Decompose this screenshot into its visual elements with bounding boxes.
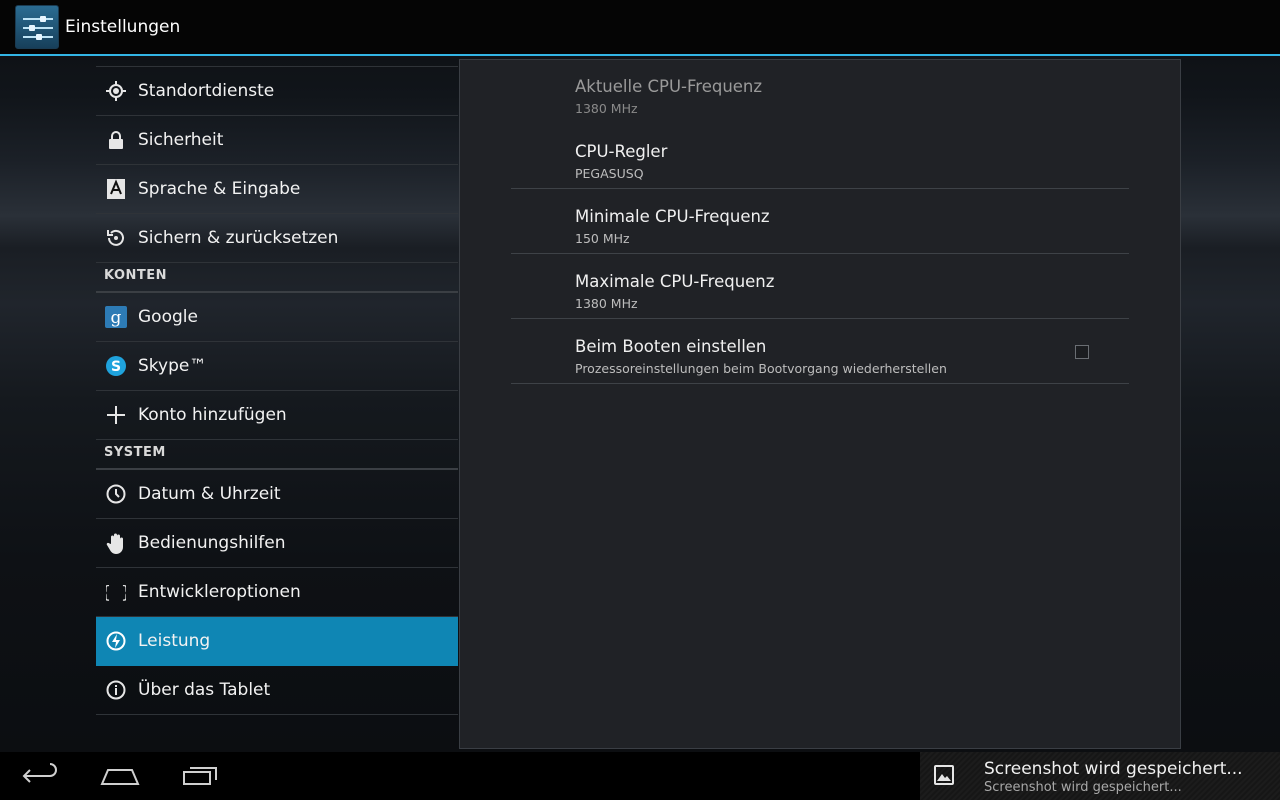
header-item-label: Standortdienste (138, 81, 275, 101)
header-item-sprache-eingabe[interactable]: Sprache & Eingabe (96, 165, 458, 214)
pref-cpu-governor[interactable]: CPU-Regler PEGASUSQ (511, 125, 1129, 189)
header-item-label: Skype™ (138, 356, 207, 376)
pref-min-cpu-frequency[interactable]: Minimale CPU-Frequenz 150 MHz (511, 190, 1129, 254)
notification-title: Screenshot wird gespeichert... (984, 759, 1243, 779)
notification-text: Screenshot wird gespeichert... (984, 780, 1182, 795)
image-icon (934, 765, 954, 785)
header-item-google[interactable]: g Google (96, 293, 458, 342)
recents-icon[interactable] (176, 762, 224, 790)
header-item-konto-hinzufuegen[interactable]: Konto hinzufügen (96, 391, 458, 440)
pref-summary: 150 MHz (575, 231, 630, 246)
svg-text:{ }: { } (106, 583, 126, 602)
pref-summary: PEGASUSQ (575, 166, 644, 181)
header-item-label: Datum & Uhrzeit (138, 484, 281, 504)
header-item-bedienungshilfen[interactable]: Bedienungshilfen (96, 519, 458, 568)
set-on-boot-checkbox[interactable] (1075, 345, 1089, 359)
section-header-konten: KONTEN (96, 263, 458, 293)
header-item-skype[interactable]: S Skype™ (96, 342, 458, 391)
action-bar: Einstellungen (0, 0, 1280, 56)
divider (511, 383, 1129, 384)
settings-sliders-icon[interactable] (15, 5, 59, 49)
settings-headers-list: Standortdienste Sicherheit Sprache & Ein… (96, 66, 458, 715)
section-header-system: SYSTEM (96, 440, 458, 470)
header-item-standortdienste[interactable]: Standortdienste (96, 66, 458, 116)
home-icon[interactable] (96, 762, 144, 790)
header-item-label: Leistung (138, 631, 211, 651)
hand-icon (105, 532, 127, 554)
header-item-ueber-das-tablet[interactable]: Über das Tablet (96, 666, 458, 715)
skype-icon: S (105, 355, 127, 377)
location-icon (105, 80, 127, 102)
google-icon: g (105, 306, 127, 328)
header-item-label: Entwickleroptionen (138, 582, 301, 602)
header-item-label: Sichern & zurücksetzen (138, 228, 339, 248)
pref-summary: Prozessoreinstellungen beim Bootvorgang … (575, 361, 947, 376)
header-item-sichern-zuruecksetzen[interactable]: Sichern & zurücksetzen (96, 214, 458, 263)
pref-title: CPU-Regler (575, 142, 668, 161)
divider (511, 188, 1129, 189)
header-item-label: Konto hinzufügen (138, 405, 287, 425)
header-item-leistung[interactable]: Leistung (96, 617, 458, 666)
header-item-label: Sprache & Eingabe (138, 179, 301, 199)
performance-settings-panel: Aktuelle CPU-Frequenz 1380 MHz CPU-Regle… (459, 59, 1181, 749)
header-item-sicherheit[interactable]: Sicherheit (96, 116, 458, 165)
performance-bolt-icon (105, 630, 127, 652)
svg-text:S: S (111, 359, 121, 375)
info-icon (105, 679, 127, 701)
app-title: Einstellungen (65, 17, 181, 37)
pref-title: Beim Booten einstellen (575, 337, 767, 356)
keyboard-a-icon (105, 178, 127, 200)
lock-icon (105, 129, 127, 151)
header-item-entwickleroptionen[interactable]: { } Entwickleroptionen (96, 568, 458, 617)
back-icon[interactable] (16, 762, 64, 790)
plus-icon (105, 404, 127, 426)
pref-title: Aktuelle CPU-Frequenz (575, 77, 763, 96)
pref-max-cpu-frequency[interactable]: Maximale CPU-Frequenz 1380 MHz (511, 255, 1129, 319)
header-item-datum-uhrzeit[interactable]: Datum & Uhrzeit (96, 470, 458, 519)
pref-title: Minimale CPU-Frequenz (575, 207, 770, 226)
pref-summary: 1380 MHz (575, 101, 638, 116)
pref-summary: 1380 MHz (575, 296, 638, 311)
pref-set-on-boot[interactable]: Beim Booten einstellen Prozessoreinstell… (511, 320, 1129, 384)
header-item-label: Sicherheit (138, 130, 224, 150)
backup-restore-icon (105, 227, 127, 249)
divider (511, 253, 1129, 254)
header-item-label: Bedienungshilfen (138, 533, 286, 553)
braces-icon: { } (105, 581, 127, 603)
clock-icon (105, 483, 127, 505)
pref-current-cpu-frequency: Aktuelle CPU-Frequenz 1380 MHz (511, 60, 1129, 124)
notification-ticker[interactable]: Screenshot wird gespeichert... Screensho… (920, 752, 1280, 800)
pref-title: Maximale CPU-Frequenz (575, 272, 775, 291)
divider (511, 318, 1129, 319)
svg-text:g: g (111, 308, 122, 328)
header-item-label: Über das Tablet (138, 680, 271, 700)
header-item-label: Google (138, 307, 198, 327)
